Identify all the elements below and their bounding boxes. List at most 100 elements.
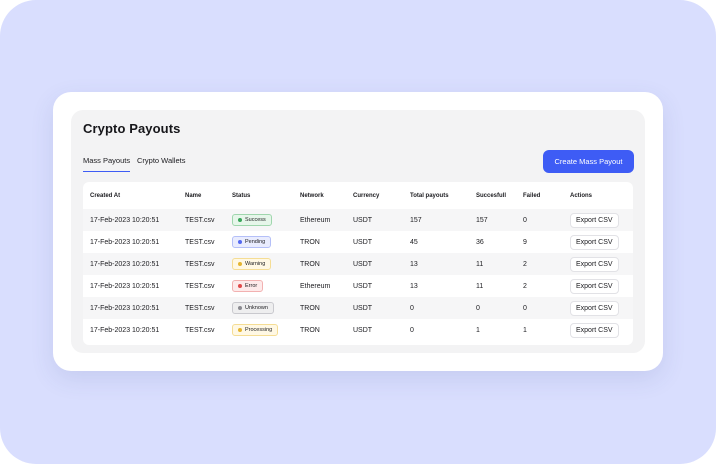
column-header: Currency bbox=[353, 192, 380, 199]
cell-created-at: 17-Feb-2023 10:20:51 bbox=[83, 253, 178, 275]
cell-currency: USDT bbox=[353, 326, 373, 334]
cell-currency: USDT bbox=[346, 297, 403, 319]
cell-status: Processing bbox=[225, 319, 293, 341]
cell-successful: 11 bbox=[476, 282, 484, 290]
cell-successful: 0 bbox=[469, 297, 516, 319]
status-label: Error bbox=[245, 283, 258, 289]
table-row: 17-Feb-2023 10:20:51 TEST.csv Warning TRON U… bbox=[83, 253, 633, 275]
cell-failed: 2 bbox=[516, 253, 563, 275]
cell-network: Ethereum bbox=[293, 209, 346, 231]
cell-network: TRON bbox=[300, 238, 320, 246]
page-title: Crypto Payouts bbox=[83, 121, 181, 136]
cell-successful: 1 bbox=[476, 326, 480, 334]
column-header: Network bbox=[300, 192, 324, 199]
cell-total-payouts: 0 bbox=[403, 297, 469, 319]
column-header: Total payouts bbox=[410, 192, 449, 199]
cell-successful: 157 bbox=[469, 209, 516, 231]
cell-network: TRON bbox=[300, 326, 320, 334]
status-label: Pending bbox=[245, 239, 266, 245]
cell-name: TEST.csv bbox=[185, 238, 215, 246]
tab-crypto-wallets[interactable]: Crypto Wallets bbox=[137, 156, 185, 171]
cell-actions: Export CSV bbox=[563, 275, 633, 297]
cell-total-payouts: 45 bbox=[410, 238, 418, 246]
cell-actions: Export CSV bbox=[563, 231, 633, 253]
cell-actions: Export CSV bbox=[563, 319, 633, 341]
status-badge: Success bbox=[232, 214, 272, 226]
export-csv-button[interactable]: Export CSV bbox=[570, 300, 619, 316]
column-header: Failed bbox=[523, 192, 541, 199]
cell-currency: USDT bbox=[353, 238, 373, 246]
cell-failed: 0 bbox=[516, 297, 563, 319]
export-csv-button[interactable]: Export CSV bbox=[570, 234, 619, 250]
cell-created-at: 17-Feb-2023 10:20:51 bbox=[83, 209, 178, 231]
column-header: Succesfull bbox=[476, 192, 507, 199]
cell-created-at: 17-Feb-2023 10:20:51 bbox=[90, 326, 160, 334]
cell-failed: 9 bbox=[523, 238, 527, 246]
cell-network: Ethereum bbox=[300, 282, 331, 290]
cell-successful: 36 bbox=[476, 238, 484, 246]
export-csv-button[interactable]: Export CSV bbox=[570, 212, 619, 228]
cell-failed: 1 bbox=[523, 326, 527, 334]
status-label: Success bbox=[245, 217, 266, 223]
status-dot-icon bbox=[238, 306, 242, 310]
cell-currency: USDT bbox=[353, 282, 373, 290]
cell-currency: USDT bbox=[346, 253, 403, 275]
cell-total-payouts: 157 bbox=[403, 209, 469, 231]
column-header: Created At bbox=[90, 192, 121, 199]
status-dot-icon bbox=[238, 218, 242, 222]
payouts-table: Created At Name Status Network Currency … bbox=[83, 182, 633, 345]
cell-status: Pending bbox=[225, 231, 293, 253]
table-row: 17-Feb-2023 10:20:51 TEST.csv Unknown TRON U… bbox=[83, 297, 633, 319]
cell-actions: Export CSV bbox=[563, 253, 633, 275]
cell-created-at: 17-Feb-2023 10:20:51 bbox=[90, 238, 160, 246]
cell-created-at: 17-Feb-2023 10:20:51 bbox=[83, 297, 178, 319]
tab-mass-payouts[interactable]: Mass Payouts bbox=[83, 156, 131, 172]
status-label: Warning bbox=[245, 261, 266, 267]
cell-status: Unknown bbox=[225, 297, 293, 319]
column-header: Name bbox=[185, 192, 202, 199]
cell-name: TEST.csv bbox=[185, 282, 215, 290]
cell-total-payouts: 13 bbox=[403, 253, 469, 275]
cell-name: TEST.csv bbox=[178, 209, 225, 231]
status-badge: Pending bbox=[232, 236, 272, 248]
cell-total-payouts: 13 bbox=[410, 282, 418, 290]
cell-name: TEST.csv bbox=[178, 297, 225, 319]
cell-status: Error bbox=[225, 275, 293, 297]
table-row: 17-Feb-2023 10:20:51 TEST.csv Processing TR… bbox=[83, 319, 633, 341]
status-label: Unknown bbox=[245, 305, 268, 311]
export-csv-button[interactable]: Export CSV bbox=[570, 256, 619, 272]
column-header: Actions bbox=[570, 192, 593, 199]
cell-name: TEST.csv bbox=[185, 326, 215, 334]
cell-actions: Export CSV bbox=[563, 297, 633, 319]
cell-network: TRON bbox=[293, 253, 346, 275]
cell-failed: 0 bbox=[516, 209, 563, 231]
table-row: 17-Feb-2023 10:20:51 TEST.csv Error Ethereu… bbox=[83, 275, 633, 297]
cell-created-at: 17-Feb-2023 10:20:51 bbox=[90, 282, 160, 290]
cell-failed: 2 bbox=[523, 282, 527, 290]
cell-actions: Export CSV bbox=[563, 209, 633, 231]
create-mass-payout-button[interactable]: Create Mass Payout bbox=[543, 150, 634, 173]
payouts-card: Crypto Payouts Mass Payouts Crypto Walle… bbox=[53, 92, 663, 371]
cell-currency: USDT bbox=[346, 209, 403, 231]
cell-total-payouts: 0 bbox=[410, 326, 414, 334]
column-header: Status bbox=[232, 192, 251, 199]
status-badge: Warning bbox=[232, 258, 272, 270]
status-label: Processing bbox=[245, 327, 273, 333]
status-dot-icon bbox=[238, 262, 242, 266]
payouts-panel: Crypto Payouts Mass Payouts Crypto Walle… bbox=[71, 110, 645, 353]
table-row: 17-Feb-2023 10:20:51 TEST.csv Pending TRON U… bbox=[83, 231, 633, 253]
cell-successful: 11 bbox=[469, 253, 516, 275]
cell-name: TEST.csv bbox=[178, 253, 225, 275]
table-row: 17-Feb-2023 10:20:51 TEST.csv Success Ether… bbox=[83, 209, 633, 231]
cell-status: Warning bbox=[225, 253, 293, 275]
export-csv-button[interactable]: Export CSV bbox=[570, 278, 619, 294]
status-dot-icon bbox=[238, 284, 242, 288]
table-header-row: Created At Name Status Network Currency … bbox=[83, 182, 633, 209]
status-badge: Unknown bbox=[232, 302, 274, 314]
cell-network: TRON bbox=[293, 297, 346, 319]
status-badge: Processing bbox=[232, 324, 279, 336]
status-dot-icon bbox=[238, 328, 242, 332]
status-badge: Error bbox=[232, 280, 264, 292]
export-csv-button[interactable]: Export CSV bbox=[570, 322, 619, 338]
status-dot-icon bbox=[238, 240, 242, 244]
